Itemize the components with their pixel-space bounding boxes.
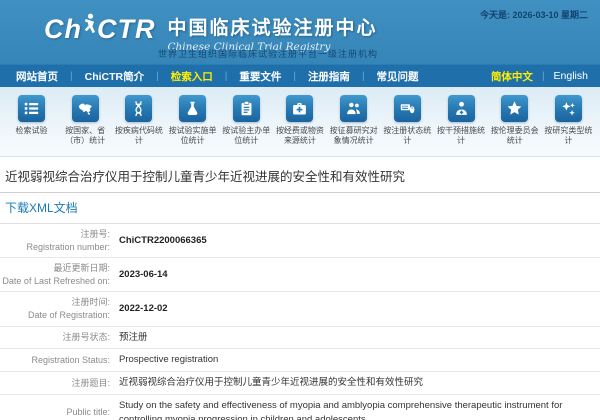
table-row-last-refreshed: 最近更新日期: Date of Last Refreshed on: 2023-… xyxy=(0,258,600,292)
strip-item-label: 按征募研究对象情况统计 xyxy=(328,126,380,147)
flask-icon xyxy=(179,95,206,122)
keyboard-mouse-icon xyxy=(394,95,421,122)
trial-detail-table: 注册号: Registration number: ChiCTR22000663… xyxy=(0,224,600,420)
who-registry-line: 世界卫生组织国际临床试验注册平台一级注册机构 xyxy=(158,47,378,60)
star-icon xyxy=(501,95,528,122)
table-row-registration-number: 注册号: Registration number: ChiCTR22000663… xyxy=(0,224,600,258)
field-value: Study on the safety and effectiveness of… xyxy=(110,394,600,420)
language-switch: 简体中文 | English xyxy=(491,69,588,84)
current-date: 今天是: 2026-03-10 星期二 xyxy=(480,8,588,21)
strip-item-search-trials[interactable]: 检索试验 xyxy=(5,95,58,156)
world-map-icon xyxy=(72,95,99,122)
page: 今天是: 2026-03-10 星期二 Ch CTR 中国临床试验注册中心 Ch… xyxy=(0,0,600,420)
nav-item-important-docs[interactable]: 重要文件 xyxy=(235,69,285,84)
nav-item-faq[interactable]: 常见问题 xyxy=(373,69,423,84)
field-value: 近视弱视综合治疗仪用于控制儿童青少年近视进展的安全性和有效性研究 xyxy=(110,372,600,395)
trial-title: 近视弱视综合治疗仪用于控制儿童青少年近视进展的安全性和有效性研究 xyxy=(0,157,600,193)
strip-item-by-ethics-committee[interactable]: 按伦理委员会统计 xyxy=(488,95,541,156)
strip-item-label: 按疾病代码统计 xyxy=(113,126,165,147)
strip-item-label: 按注册状态统计 xyxy=(381,126,433,147)
dna-icon xyxy=(125,95,152,122)
table-row-registration-date: 注册时间: Date of Registration: 2022-12-02 xyxy=(0,292,600,326)
medkit-icon xyxy=(286,95,313,122)
field-label: 注册题目: xyxy=(0,372,110,395)
field-value: 2023-06-14 xyxy=(110,258,600,292)
strip-item-by-country-province[interactable]: 按国家、省（市）统计 xyxy=(59,95,112,156)
site-header: 今天是: 2026-03-10 星期二 Ch CTR 中国临床试验注册中心 Ch… xyxy=(0,0,600,64)
download-xml-link[interactable]: 下载XML文档 xyxy=(5,201,78,215)
table-row-public-title-en: Public title: Study on the safety and ef… xyxy=(0,394,600,420)
field-label: Registration Status: xyxy=(0,349,110,372)
strip-item-label: 检索试验 xyxy=(6,126,58,136)
strip-item-label: 按伦理委员会统计 xyxy=(489,126,541,147)
strip-item-label: 按国家、省（市）统计 xyxy=(59,126,111,147)
strip-item-label: 按试验主办单位统计 xyxy=(220,126,272,147)
strip-item-by-recruitment-status[interactable]: 按征募研究对象情况统计 xyxy=(327,95,380,156)
nav-list: 网站首页 ChiCTR简介 检索入口 重要文件 注册指南 常见问题 xyxy=(12,69,423,84)
list-numbers-icon xyxy=(18,95,45,122)
strip-item-label: 按试验实施单位统计 xyxy=(167,126,219,147)
site-name-cn: 中国临床试验注册中心 xyxy=(168,13,378,40)
logo-text-right: CTR xyxy=(97,14,156,45)
field-label: 最近更新日期: Date of Last Refreshed on: xyxy=(0,258,110,292)
strip-item-label: 按经费或物资来源统计 xyxy=(274,126,326,147)
table-row-public-title-cn: 注册题目: 近视弱视综合治疗仪用于控制儿童青少年近视进展的安全性和有效性研究 xyxy=(0,372,600,395)
field-value: 预注册 xyxy=(110,326,600,349)
nav-item-search-entry[interactable]: 检索入口 xyxy=(167,69,217,84)
xml-download-bar: 下载XML文档 xyxy=(0,193,600,224)
separator: | xyxy=(542,71,545,82)
field-value: ChiCTR2200066365 xyxy=(110,224,600,258)
strip-item-by-registration-status[interactable]: 按注册状态统计 xyxy=(381,95,434,156)
lang-simplified-chinese[interactable]: 简体中文 xyxy=(491,69,533,84)
statistics-icon-strip: 检索试验 按国家、省（市）统计 按疾病代码统计 按试验实施单位统计 按试验主办单… xyxy=(0,87,600,157)
nav-item-registration-guide[interactable]: 注册指南 xyxy=(304,69,354,84)
strip-item-label: 按干预措施统计 xyxy=(435,126,487,147)
logo-text-left: Ch xyxy=(44,14,82,45)
runner-icon xyxy=(82,13,97,46)
strip-item-label: 按研究类型统计 xyxy=(542,126,594,147)
table-row-registration-status-cn: 注册号状态: 预注册 xyxy=(0,326,600,349)
strip-item-by-sponsor-unit[interactable]: 按试验主办单位统计 xyxy=(220,95,273,156)
sparkles-icon xyxy=(555,95,582,122)
field-label: 注册号状态: xyxy=(0,326,110,349)
table-row-registration-status-en: Registration Status: Prospective registr… xyxy=(0,349,600,372)
strip-item-by-disease-code[interactable]: 按疾病代码统计 xyxy=(112,95,165,156)
people-icon xyxy=(340,95,367,122)
field-label: Public title: xyxy=(0,394,110,420)
nav-item-about[interactable]: ChiCTR简介 xyxy=(81,69,149,84)
nav-item-home[interactable]: 网站首页 xyxy=(12,69,62,84)
strip-item-by-study-type[interactable]: 按研究类型统计 xyxy=(542,95,595,156)
main-nav: 网站首页 ChiCTR简介 检索入口 重要文件 注册指南 常见问题 简体中文 |… xyxy=(0,64,600,87)
strip-item-by-implementing-unit[interactable]: 按试验实施单位统计 xyxy=(166,95,219,156)
field-label: 注册时间: Date of Registration: xyxy=(0,292,110,326)
field-value: Prospective registration xyxy=(110,349,600,372)
field-label: 注册号: Registration number: xyxy=(0,224,110,258)
strip-item-by-funding-source[interactable]: 按经费或物资来源统计 xyxy=(273,95,326,156)
chictr-logo[interactable]: Ch CTR xyxy=(44,13,156,46)
clipboard-icon xyxy=(233,95,260,122)
strip-item-by-intervention[interactable]: 按干预措施统计 xyxy=(435,95,488,156)
doctor-icon xyxy=(448,95,475,122)
trial-detail-main: 近视弱视综合治疗仪用于控制儿童青少年近视进展的安全性和有效性研究 下载XML文档… xyxy=(0,157,600,420)
field-value: 2022-12-02 xyxy=(110,292,600,326)
lang-english[interactable]: English xyxy=(554,70,588,82)
